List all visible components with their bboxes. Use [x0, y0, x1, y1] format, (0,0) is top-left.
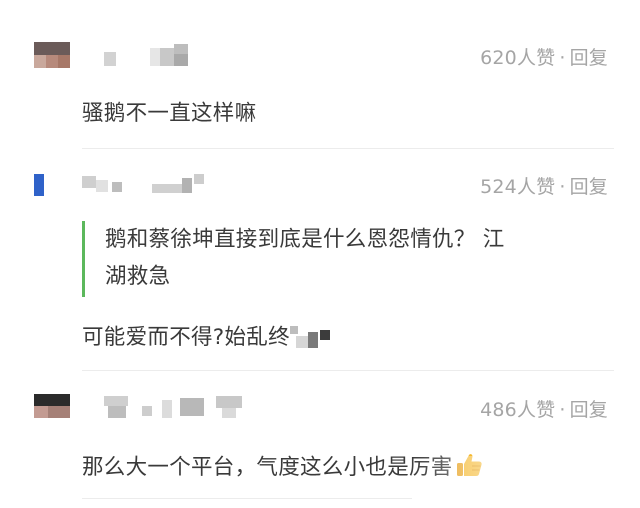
comment-meta: 524人赞 · 回复 [480, 172, 608, 199]
comment-item: 486人赞 · 回复 那么大一个平台，气度这么小也是厉害 [0, 372, 640, 508]
user-avatar[interactable] [34, 394, 70, 420]
comment-text-content: 那么大一个平台，气度这么小也是厉害 [82, 455, 453, 480]
quote-line: 湖救急 [105, 264, 171, 289]
comment-text-content: 可能爱而不得?始乱终 [82, 325, 290, 350]
meta-separator: · [559, 47, 566, 69]
censor-mosaic [289, 324, 334, 348]
comment-item: 524人赞 · 回复 鹅和蔡徐坤直接到底是什么恩怨情仇？ 江 湖救急 可能爱而不得?… [0, 150, 640, 372]
user-avatar[interactable] [34, 172, 70, 198]
reply-button[interactable]: 回复 [570, 176, 608, 198]
username-mosaic[interactable] [104, 44, 200, 68]
comment-text: 可能爱而不得?始乱终 [82, 320, 334, 351]
quoted-question: 鹅和蔡徐坤直接到底是什么恩怨情仇？ 江 湖救急 [82, 221, 622, 297]
watermark-overlay [410, 456, 640, 508]
meta-separator: · [559, 176, 566, 198]
reply-button[interactable]: 回复 [570, 399, 608, 421]
reply-button[interactable]: 回复 [570, 47, 608, 69]
comment-item: 620人赞 · 回复 骚鹅不一直这样嘛 [0, 0, 640, 150]
meta-separator: · [559, 399, 566, 421]
comment-meta: 620人赞 · 回复 [480, 43, 608, 70]
comment-text: 骚鹅不一直这样嘛 [82, 101, 257, 126]
comment-meta: 486人赞 · 回复 [480, 395, 608, 422]
username-mosaic[interactable] [104, 396, 244, 420]
username-mosaic[interactable] [82, 172, 212, 196]
quote-line: 鹅和蔡徐坤直接到底是什么恩怨情仇？ 江 [105, 227, 505, 252]
like-count[interactable]: 486人赞 [480, 399, 555, 421]
like-count[interactable]: 620人赞 [480, 47, 555, 69]
divider [82, 370, 614, 371]
divider [82, 498, 412, 499]
divider [82, 148, 614, 149]
user-avatar[interactable] [34, 42, 70, 68]
like-count[interactable]: 524人赞 [480, 176, 555, 198]
